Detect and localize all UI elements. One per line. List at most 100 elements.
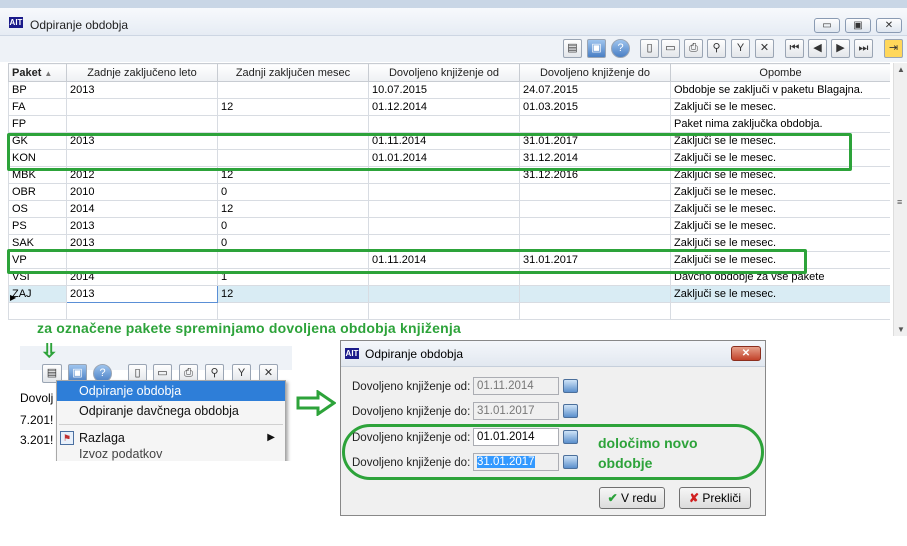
table-cell[interactable] [519,302,671,320]
column-header-opombe[interactable]: Opombe [670,63,890,82]
clear-filter-icon[interactable]: ✕ [755,39,774,58]
menu-item-izvoz-podatkov[interactable]: Izvoz podatkov [57,448,285,461]
menu-item-razlaga[interactable]: ⚑ Razlaga ▶ [57,428,285,448]
help-icon[interactable]: ? [611,39,630,58]
open-folder-icon[interactable]: ▭ [661,39,680,58]
menu-item-odpiranje-davcnega-obdobja[interactable]: Odpiranje davčnega obdobja [57,401,285,421]
table-cell[interactable] [368,183,520,201]
cancel-button[interactable]: ✘ Prekliči [679,487,751,509]
table-cell[interactable] [217,115,369,133]
first-record-icon[interactable]: ⏮ [785,39,804,58]
table-cell[interactable] [217,302,369,320]
previous-record-icon[interactable]: ◀ [808,39,827,58]
table-cell[interactable] [8,302,67,320]
calendar-icon [563,404,578,418]
table-cell[interactable]: 2014 [66,200,218,218]
column-header-zadnje-leto[interactable]: Zadnje zaključeno leto [66,63,218,82]
table-cell[interactable]: BP [8,81,67,99]
preview-icon[interactable]: ▣ [587,39,606,58]
table-cell[interactable]: 0 [217,217,369,235]
table-cell[interactable]: Paket nima zaključka obdobja. [670,115,890,133]
table-cell[interactable] [519,183,671,201]
table-cell[interactable]: Zaključi se le mesec. [670,217,890,235]
table-row[interactable]: PS 2013 0 Zaključi se le mesec. [8,217,890,235]
table-row[interactable]: ZAJ 2013 12 Zaključi se le mesec. [8,285,890,303]
table-cell[interactable]: FP [8,115,67,133]
table-cell[interactable]: PS [8,217,67,235]
app-logo-icon: AIT [345,348,359,359]
table-cell[interactable]: Zaključi se le mesec. [670,98,890,116]
filter-icon[interactable]: Y [731,39,750,58]
table-cell[interactable]: 12 [217,285,369,303]
table-cell[interactable] [217,81,369,99]
exit-icon[interactable]: ⇥ [884,39,903,58]
table-cell[interactable]: 24.07.2015 [519,81,671,99]
table-cell[interactable]: 12 [217,98,369,116]
table-cell[interactable] [519,200,671,218]
table-cell[interactable] [519,285,671,303]
column-header-zadnji-mesec[interactable]: Zadnji zaključen mesec [217,63,369,82]
table-cell[interactable]: 2010 [66,183,218,201]
next-record-icon[interactable]: ▶ [831,39,850,58]
table-row[interactable]: OS 2014 12 Zaključi se le mesec. [8,200,890,218]
menu-item-odpiranje-obdobja[interactable]: Odpiranje obdobja [57,381,285,401]
scroll-down-icon[interactable]: ▼ [897,325,905,334]
scroll-up-icon[interactable]: ▲ [897,65,905,74]
table-cell[interactable]: Zaključi se le mesec. [670,200,890,218]
close-icon[interactable]: ✕ [876,18,902,33]
table-cell[interactable]: 01.03.2015 [519,98,671,116]
vertical-scrollbar[interactable]: ▲ ≡ ▼ [893,63,907,336]
table-cell[interactable]: 10.07.2015 [368,81,520,99]
table-cell[interactable]: 2013 [66,81,218,99]
dialog-close-icon[interactable]: ✕ [731,346,761,361]
main-window: AIT Odpiranje obdobja ▭ ▣ ✕ ▤ ▣ ? ▯ ▭ ⎙ … [0,0,907,336]
table-cell[interactable]: 2013 [66,285,218,303]
print-icon[interactable]: ⎙ [684,39,703,58]
table-cell[interactable] [66,98,218,116]
search-icon[interactable]: ⚲ [707,39,726,58]
table-row[interactable]: FA 12 01.12.2014 01.03.2015 Zaključi se le m… [8,98,890,116]
table-cell[interactable] [66,302,218,320]
table-cell[interactable]: FA [8,98,67,116]
table-cell[interactable] [368,285,520,303]
table-cell[interactable]: 2013 [66,217,218,235]
table-cell[interactable] [368,217,520,235]
document-icon[interactable]: ▤ [563,39,582,58]
last-record-icon[interactable]: ⏭ [854,39,873,58]
table-cell[interactable] [519,217,671,235]
column-header-knjizenje-od[interactable]: Dovoljeno knjiženje od [368,63,520,82]
table-cell[interactable]: ZAJ [8,285,67,303]
table-cell[interactable]: 0 [217,183,369,201]
restore-icon[interactable]: ▣ [845,18,871,33]
table-cell[interactable] [368,302,520,320]
packages-grid: Paket ▲ Zadnje zaključeno leto Zadnji za… [8,63,890,323]
table-row[interactable] [8,302,890,320]
table-cell[interactable]: Zaključi se le mesec. [670,285,890,303]
table-cell[interactable] [368,115,520,133]
ok-button[interactable]: ✔ V redu [599,487,665,509]
menu-toolbar-strip: ▤ ▣ ? ▯ ▭ ⎙ ⚲ Y ✕ [20,346,292,383]
partial-value: 7.201! [20,413,54,427]
table-cell[interactable]: 12 [217,200,369,218]
table-cell[interactable]: OBR [8,183,67,201]
table-cell[interactable]: OS [8,200,67,218]
down-arrow-icon: ⇩ [40,343,59,362]
table-cell[interactable]: Zaključi se le mesec. [670,183,890,201]
cancel-x-icon: ✘ [688,491,700,505]
table-row[interactable]: OBR 2010 0 Zaključi se le mesec. [8,183,890,201]
table-row[interactable]: FP Paket nima zaključka obdobja. [8,115,890,133]
column-header-knjizenje-do[interactable]: Dovoljeno knjiženje do [519,63,671,82]
table-cell[interactable] [670,302,890,320]
table-row[interactable]: BP 2013 10.07.2015 24.07.2015 Obdobje se zak… [8,81,890,99]
column-header-paket[interactable]: Paket ▲ [8,63,67,82]
table-cell[interactable] [368,200,520,218]
highlight-box-new-period [342,424,764,480]
checkmark-icon: ✔ [607,491,618,505]
scroll-grip-icon[interactable]: ≡ [897,197,902,207]
new-icon[interactable]: ▯ [640,39,659,58]
minimize-icon[interactable]: ▭ [814,18,840,33]
table-cell[interactable] [66,115,218,133]
table-cell[interactable] [519,115,671,133]
table-cell[interactable]: Obdobje se zaključi v paketu Blagajna. [670,81,890,99]
table-cell[interactable]: 01.12.2014 [368,98,520,116]
